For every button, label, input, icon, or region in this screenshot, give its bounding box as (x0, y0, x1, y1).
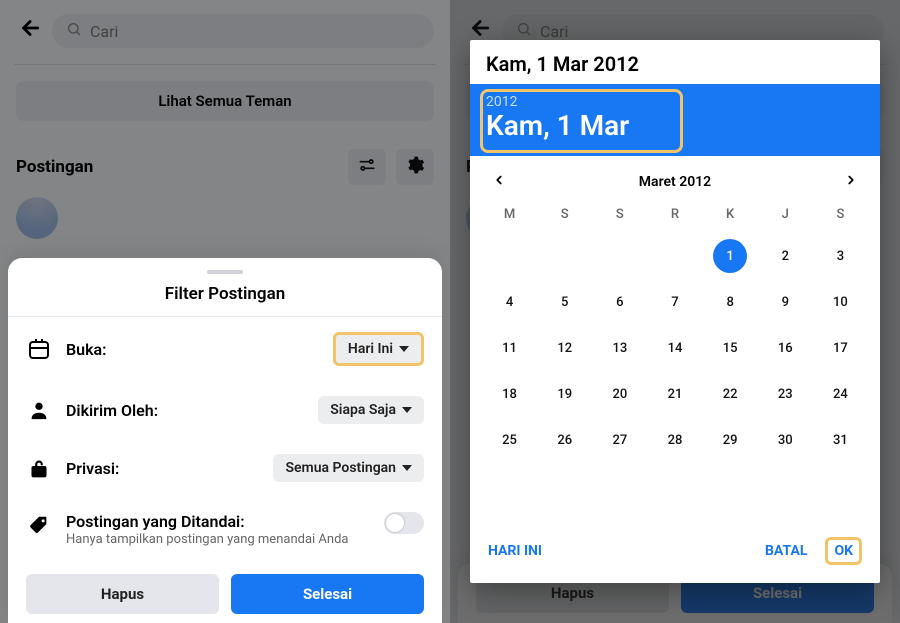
today-button[interactable]: HARI INI (488, 543, 542, 559)
divider (14, 64, 436, 65)
calendar-day[interactable]: 14 (647, 330, 702, 366)
top-bar: Cari (0, 0, 450, 62)
calendar-day[interactable]: 13 (592, 330, 647, 366)
filters-button[interactable] (348, 149, 386, 185)
unlock-icon (26, 457, 52, 479)
filter-sent-dropdown[interactable]: Siapa Saja (318, 396, 424, 424)
filter-privacy-dropdown[interactable]: Semua Postingan (273, 454, 424, 482)
calendar-day[interactable]: 26 (537, 422, 592, 458)
dow-label: R (647, 201, 702, 228)
filter-privacy-row: Privasi: Semua Postingan (26, 439, 424, 497)
date-picker-title: Kam, 1 Mar 2012 (470, 40, 880, 84)
section-title: Postingan (16, 157, 93, 177)
date-picker-year[interactable]: 2012 (486, 94, 864, 110)
filter-sent-label: Dikirim Oleh: (66, 401, 158, 420)
calendar-day[interactable]: 15 (703, 330, 758, 366)
calendar-day[interactable]: 6 (592, 284, 647, 320)
cancel-button[interactable]: BATAL (765, 543, 807, 559)
chevron-down-icon (402, 465, 412, 471)
calendar-day[interactable]: 2 (758, 238, 813, 274)
person-icon (26, 399, 52, 421)
ok-button[interactable]: OK (825, 537, 862, 565)
see-all-friends-button[interactable]: Lihat Semua Teman (16, 81, 434, 121)
clear-button[interactable]: Hapus (26, 574, 219, 614)
calendar-icon (26, 337, 52, 361)
calendar-day[interactable]: 21 (647, 376, 702, 412)
calendar-day[interactable]: 3 (813, 238, 868, 274)
calendar-day[interactable]: 19 (537, 376, 592, 412)
date-picker-header[interactable]: 2012 Kam, 1 Mar (470, 84, 880, 156)
calendar-day[interactable]: 29 (703, 422, 758, 458)
filter-open-dropdown[interactable]: Hari Ini (333, 332, 424, 366)
search-icon (66, 21, 82, 41)
tagged-only-toggle[interactable] (384, 512, 424, 534)
month-label: Maret 2012 (639, 174, 711, 190)
avatar (16, 197, 58, 239)
calendar-day[interactable]: 30 (758, 422, 813, 458)
date-picker-day[interactable]: Kam, 1 Mar (486, 110, 864, 142)
calendar-day[interactable]: 22 (703, 376, 758, 412)
calendar-day[interactable]: 9 (758, 284, 813, 320)
filter-open-label: Buka: (66, 340, 106, 359)
calendar-day[interactable]: 11 (482, 330, 537, 366)
filter-open-row: Buka: Hari Ini (26, 317, 424, 381)
search-placeholder: Cari (90, 22, 118, 41)
calendar-day[interactable]: 24 (813, 376, 868, 412)
calendar-day[interactable]: 12 (537, 330, 592, 366)
dow-label: S (813, 201, 868, 228)
calendar-day[interactable]: 25 (482, 422, 537, 458)
calendar-grid: MSSRKJS123456789101112131415161718192021… (470, 197, 880, 458)
sheet-handle[interactable] (207, 270, 243, 274)
gear-icon (405, 155, 425, 179)
filter-privacy-label: Privasi: (66, 459, 119, 478)
chevron-down-icon (402, 407, 412, 413)
calendar-day[interactable]: 18 (482, 376, 537, 412)
dow-label: M (482, 201, 537, 228)
dow-label: J (758, 201, 813, 228)
filter-posts-sheet: Filter Postingan Buka: Hari Ini Dikirim … (8, 258, 442, 623)
calendar-day[interactable]: 10 (813, 284, 868, 320)
calendar-day[interactable]: 20 (592, 376, 647, 412)
done-button[interactable]: Selesai (231, 574, 424, 614)
calendar-day[interactable]: 31 (813, 422, 868, 458)
composer-row (0, 197, 450, 239)
calendar-day[interactable]: 23 (758, 376, 813, 412)
left-pane: Cari Lihat Semua Teman Postingan (0, 0, 450, 623)
settings-button[interactable] (396, 149, 434, 185)
calendar-day[interactable]: 16 (758, 330, 813, 366)
calendar-day[interactable]: 1 (703, 238, 758, 274)
date-picker-dialog: Kam, 1 Mar 2012 2012 Kam, 1 Mar Maret 20… (470, 40, 880, 583)
filter-sent-row: Dikirim Oleh: Siapa Saja (26, 381, 424, 439)
back-button[interactable] (16, 15, 42, 48)
calendar-day[interactable]: 27 (592, 422, 647, 458)
dow-label: S (592, 201, 647, 228)
calendar-day[interactable]: 4 (482, 284, 537, 320)
chevron-down-icon (399, 346, 409, 352)
sliders-icon (357, 155, 377, 179)
calendar-day[interactable]: 7 (647, 284, 702, 320)
tag-icon (26, 512, 52, 536)
calendar-day[interactable]: 17 (813, 330, 868, 366)
filter-tagged-label: Postingan yang Ditandai: (66, 512, 370, 531)
filter-tagged-sub: Hanya tampilkan postingan yang menandai … (66, 531, 370, 549)
next-month-button[interactable] (844, 172, 858, 191)
prev-month-button[interactable] (492, 172, 506, 191)
calendar-day[interactable]: 28 (647, 422, 702, 458)
dow-label: K (703, 201, 758, 228)
sheet-title: Filter Postingan (26, 284, 424, 304)
calendar-day[interactable]: 8 (703, 284, 758, 320)
filter-tagged-row: Postingan yang Ditandai: Hanya tampilkan… (26, 497, 424, 564)
calendar-day[interactable]: 5 (537, 284, 592, 320)
dow-label: S (537, 201, 592, 228)
search-input[interactable]: Cari (52, 14, 434, 48)
right-pane: Cari Lihat Semua Teman Postingan Hapus S… (450, 0, 900, 623)
posts-section-header: Postingan (0, 121, 450, 197)
